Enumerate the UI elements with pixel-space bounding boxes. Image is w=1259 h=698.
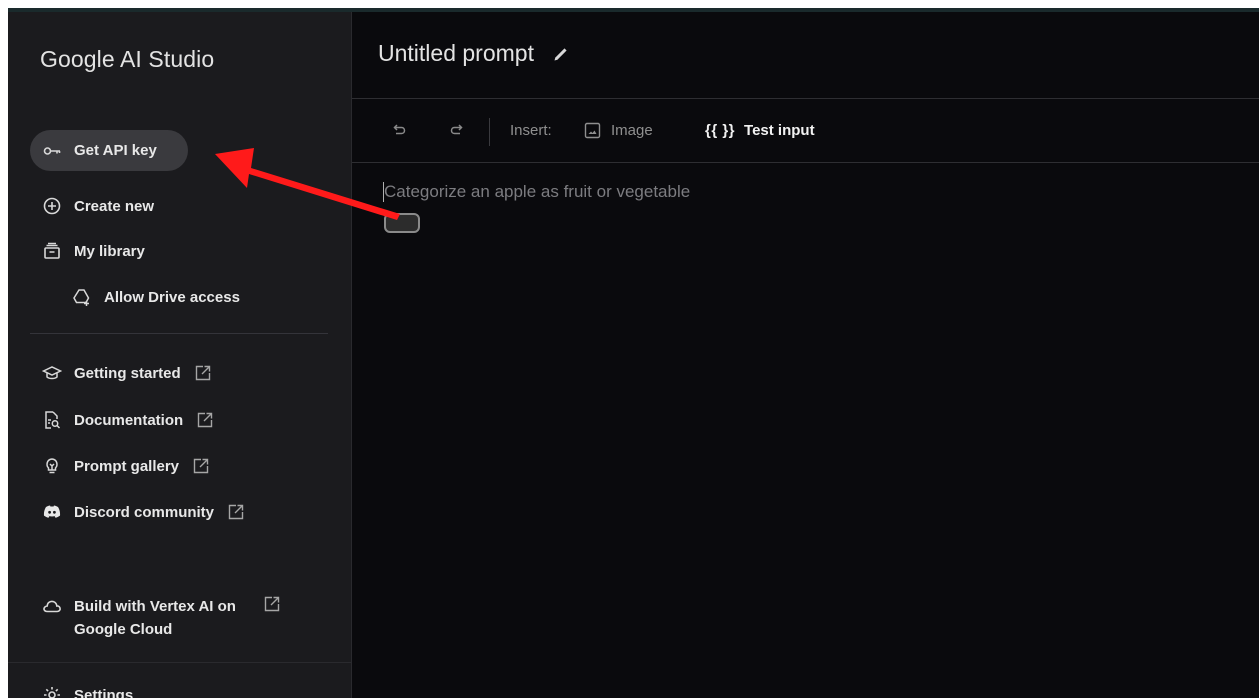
external-link-icon — [193, 458, 209, 474]
prompt-chip — [384, 213, 420, 233]
sidebar-bottom-divider — [8, 662, 351, 663]
get-api-key-label: Get API key — [74, 142, 157, 159]
sidebar: Google AI Studio Get API key Create new — [8, 12, 352, 698]
test-input-label: Test input — [744, 122, 815, 139]
create-new-label: Create new — [74, 197, 155, 215]
undo-icon[interactable] — [390, 121, 408, 139]
insert-label: Insert: — [510, 122, 552, 139]
app-window: Google AI Studio Get API key Create new — [8, 8, 1259, 698]
discord-community-label: Discord community — [74, 503, 215, 521]
header-divider — [352, 98, 1259, 99]
create-new-button[interactable]: Create new — [42, 196, 154, 216]
allow-drive-access-button[interactable]: Allow Drive access — [72, 287, 240, 307]
graduation-cap-icon — [42, 363, 62, 383]
document-search-icon — [42, 410, 62, 430]
external-link-icon — [195, 365, 211, 381]
redo-icon[interactable] — [448, 121, 466, 139]
allow-drive-access-label: Allow Drive access — [104, 288, 240, 306]
key-icon — [42, 141, 62, 161]
cloud-icon — [42, 596, 62, 616]
prompt-toolbar: Insert: Image {{ }} Test input — [352, 101, 1259, 162]
settings-button[interactable]: Settings — [42, 685, 133, 698]
prompt-input[interactable]: Categorize an apple as fruit or vegetabl… — [384, 182, 690, 202]
get-api-key-button[interactable]: Get API key — [30, 130, 188, 171]
prompt-title-row: Untitled prompt — [378, 40, 570, 67]
documentation-label: Documentation — [74, 411, 184, 429]
documentation-link[interactable]: Documentation — [42, 410, 213, 430]
vertex-ai-link[interactable]: Build with Vertex AI on Google Cloud — [42, 596, 280, 641]
prompt-title[interactable]: Untitled prompt — [378, 40, 534, 67]
external-link-icon — [228, 504, 244, 520]
insert-image-label: Image — [611, 122, 653, 139]
my-library-label: My library — [74, 242, 145, 260]
image-icon — [584, 122, 601, 139]
getting-started-link[interactable]: Getting started — [42, 363, 211, 383]
external-link-icon — [197, 412, 213, 428]
discord-community-link[interactable]: Discord community — [42, 502, 244, 522]
settings-label: Settings — [74, 686, 134, 698]
plus-circle-icon — [42, 196, 62, 216]
external-link-icon — [264, 596, 280, 612]
vertex-ai-label-line2: Google Cloud — [74, 621, 173, 638]
vertex-ai-label-line1: Build with Vertex AI on — [74, 598, 236, 615]
insert-image-button[interactable]: Image — [584, 122, 653, 139]
toolbar-separator — [489, 118, 490, 146]
discord-icon — [42, 502, 62, 522]
gear-icon — [42, 685, 62, 698]
pencil-icon[interactable] — [552, 45, 570, 63]
lightbulb-icon — [42, 456, 62, 476]
braces-icon: {{ }} — [705, 122, 736, 139]
library-icon — [42, 241, 62, 261]
main-panel: Untitled prompt Insert: Image {{}} Test… — [352, 12, 1259, 698]
toolbar-divider — [352, 162, 1259, 163]
prompt-gallery-label: Prompt gallery — [74, 457, 180, 475]
my-library-button[interactable]: My library — [42, 241, 145, 261]
getting-started-label: Getting started — [74, 364, 181, 382]
brand-title: Google AI Studio — [40, 46, 215, 72]
vertex-ai-label: Build with Vertex AI on Google Cloud — [74, 595, 236, 641]
test-input-button[interactable]: {{ }} Test input — [705, 122, 815, 139]
prompt-gallery-link[interactable]: Prompt gallery — [42, 456, 209, 476]
sidebar-divider — [30, 333, 328, 334]
drive-add-icon — [72, 287, 92, 307]
